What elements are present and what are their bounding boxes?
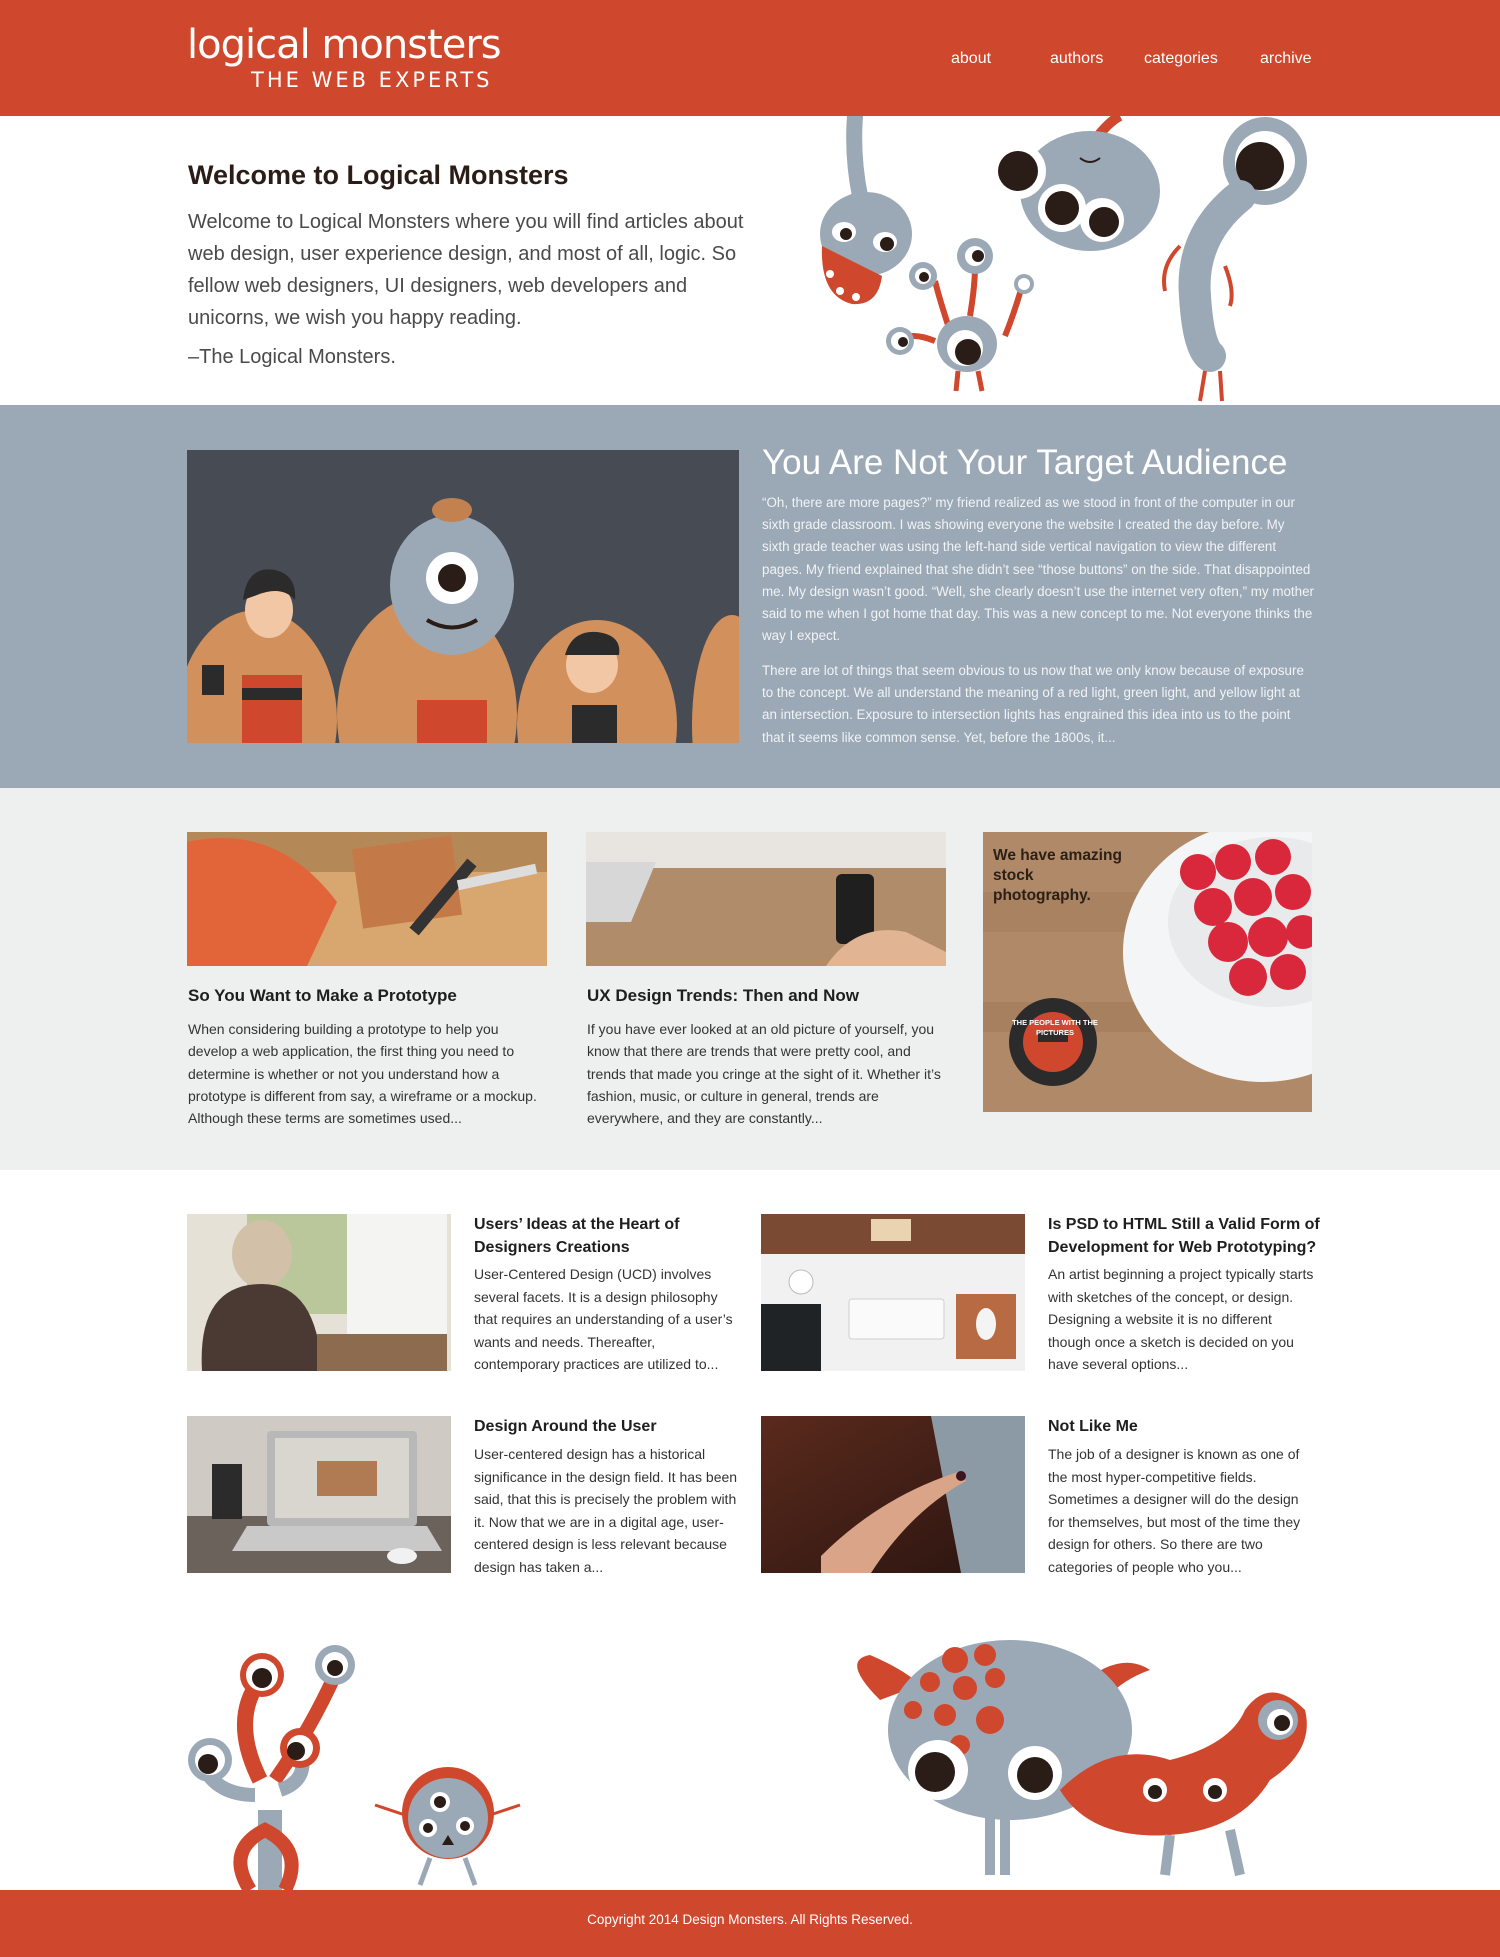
stock-photo-ad[interactable]: We have amazing stock photography. THE P… xyxy=(983,832,1312,1112)
list-title-design-user[interactable]: Design Around the User xyxy=(474,1416,754,1439)
list-image-psd-html[interactable] xyxy=(761,1214,1025,1371)
ad-text: We have amazing stock photography. xyxy=(993,847,1122,904)
copyright-text: Copyright 2014 Design Monsters. All Righ… xyxy=(587,1912,913,1927)
articles-row: So You Want to Make a Prototype When con… xyxy=(0,788,1500,1170)
man-at-window-photo xyxy=(187,1214,451,1371)
ad-badge: THE PEOPLE WITH THE PICTURES xyxy=(1012,1018,1098,1037)
list-title-psd-html[interactable]: Is PSD to HTML Still a Valid Form of Dev… xyxy=(1048,1214,1328,1259)
page-title: Welcome to Logical Monsters xyxy=(188,160,569,190)
list-text-psd-html: An artist beginning a project typically … xyxy=(1048,1266,1314,1372)
desk-keyboard-photo xyxy=(761,1214,1025,1371)
list-image-design-user[interactable] xyxy=(187,1416,451,1573)
site-header: logical monsters THE WEB EXPERTS about a… xyxy=(0,0,1500,116)
list-image-users-ideas[interactable] xyxy=(187,1214,451,1371)
laptop-photo xyxy=(187,1416,451,1573)
featured-article: You Are Not Your Target Audience “Oh, th… xyxy=(0,405,1500,788)
logo-title: logical monsters xyxy=(187,22,502,68)
list-text-not-like-me: The job of a designer is known as one of… xyxy=(1048,1446,1301,1575)
featured-paragraph-2: There are lot of things that seem obviou… xyxy=(762,663,1304,745)
card-text-prototype: When considering building a prototype to… xyxy=(188,1021,537,1127)
list-title-not-like-me[interactable]: Not Like Me xyxy=(1048,1416,1328,1439)
phone-table-photo xyxy=(586,832,946,966)
list-title-users-ideas[interactable]: Users’ Ideas at the Heart of Designers C… xyxy=(474,1214,754,1259)
footer-monsters-illustration xyxy=(188,1640,1307,1890)
list-text-design-user: User-centered design has a historical si… xyxy=(474,1446,738,1575)
intro-section: Welcome to Logical Monsters Welcome to L… xyxy=(0,116,1500,405)
card-image-ux-trends[interactable] xyxy=(586,832,946,966)
list-image-not-like-me[interactable] xyxy=(761,1416,1025,1573)
card-image-prototype[interactable] xyxy=(187,832,547,966)
featured-image[interactable] xyxy=(187,450,739,743)
monsters-illustration xyxy=(820,116,1307,402)
site-footer: Copyright 2014 Design Monsters. All Righ… xyxy=(0,1890,1500,1957)
featured-paragraph-1: “Oh, there are more pages?” my friend re… xyxy=(762,495,1314,644)
intro-text: Welcome to Logical Monsters where you wi… xyxy=(188,211,744,329)
intro-signature: –The Logical Monsters. xyxy=(188,346,396,368)
list-text-users-ideas: User-Centered Design (UCD) involves seve… xyxy=(474,1266,733,1372)
logo-tagline: THE WEB EXPERTS xyxy=(251,68,493,92)
featured-title[interactable]: You Are Not Your Target Audience xyxy=(762,443,1287,483)
nav-about[interactable]: about xyxy=(951,48,991,70)
card-title-prototype[interactable]: So You Want to Make a Prototype xyxy=(188,986,457,1006)
site-logo[interactable]: logical monsters THE WEB EXPERTS xyxy=(187,22,527,94)
cinema-illustration xyxy=(187,450,739,743)
card-text-ux-trends: If you have ever looked at an old pictur… xyxy=(587,1021,941,1127)
nav-authors[interactable]: authors xyxy=(1050,48,1103,70)
finger-touchscreen-photo xyxy=(761,1416,1025,1573)
card-title-ux-trends[interactable]: UX Design Trends: Then and Now xyxy=(587,986,859,1006)
desk-chair-photo xyxy=(187,832,547,966)
nav-archive[interactable]: archive xyxy=(1260,48,1312,70)
nav-categories[interactable]: categories xyxy=(1144,48,1218,70)
